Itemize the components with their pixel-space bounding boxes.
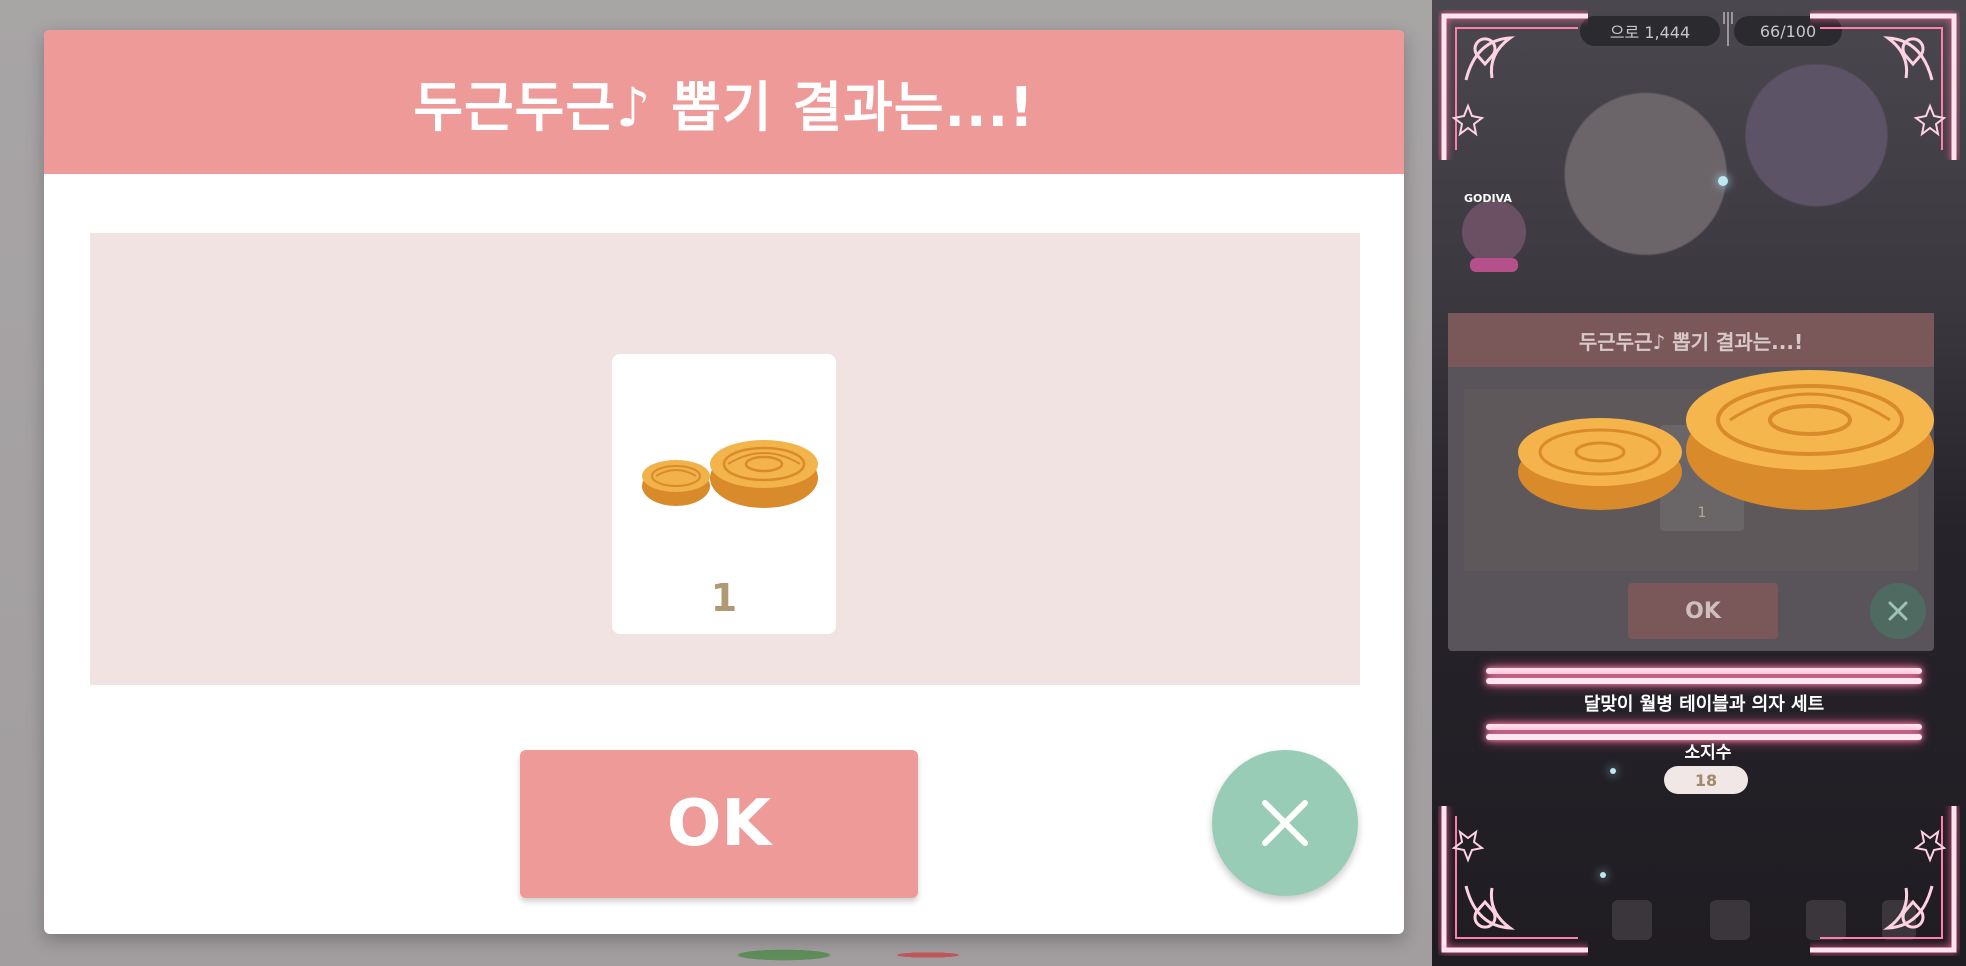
item-name-band: 달맞이 월병 테이블과 의자 세트 xyxy=(1486,668,1922,740)
mini-ok-button: OK xyxy=(1628,583,1778,639)
popup-title: 두근두근♪ 뽑기 결과는...! xyxy=(413,75,1035,139)
item-detail-panel: 으로 1,444 66/100 GODIVA 두근두근♪ 뽑기 결과는...! … xyxy=(1432,0,1966,966)
scene-decoration xyxy=(640,930,1000,966)
reward-card[interactable]: 1 xyxy=(612,354,836,634)
close-button[interactable] xyxy=(1212,750,1358,896)
mini-close-button xyxy=(1870,583,1926,639)
currency-counter: 으로 1,444 xyxy=(1580,16,1720,46)
neon-divider-top-inner xyxy=(1486,678,1922,684)
popup-header: 두근두근♪ 뽑기 결과는...! xyxy=(44,30,1404,174)
ornament-corner-icon xyxy=(1810,10,1960,160)
sparkle-decoration xyxy=(1610,768,1616,774)
mooncake-set-preview-icon xyxy=(1518,370,1934,510)
ornament-corner-icon xyxy=(1810,806,1960,956)
reward-area: 1 xyxy=(90,233,1360,685)
gacha-result-popup: 두근두근♪ 뽑기 결과는...! 1 OK xyxy=(44,30,1404,934)
mooncake-icon xyxy=(642,440,818,508)
sparkle-decoration xyxy=(1600,872,1606,878)
game-screen: 두근두근♪ 뽑기 결과는...! 1 OK 으로 1,444 66/100 GO… xyxy=(0,0,1966,966)
close-icon xyxy=(1262,800,1308,846)
sparkle-decoration xyxy=(1718,176,1728,186)
game-scene-background: 두근두근♪ 뽑기 결과는...! 1 OK xyxy=(0,0,1432,966)
ornament-corner-icon xyxy=(1438,10,1588,160)
neon-divider-bottom xyxy=(1486,724,1922,730)
reward-count: 1 xyxy=(710,576,738,620)
neon-divider-top xyxy=(1486,668,1922,674)
event-badge-label: GODIVA xyxy=(1464,192,1512,205)
calendar-icon[interactable] xyxy=(1612,900,1652,940)
fork-icon xyxy=(1723,12,1733,46)
friends-icon[interactable] xyxy=(1710,900,1750,940)
item-name: 달맞이 월병 테이블과 의자 세트 xyxy=(1583,694,1825,715)
ok-button[interactable]: OK xyxy=(520,750,918,898)
ornament-corner-icon xyxy=(1438,806,1588,956)
owned-count-label: 소지수 xyxy=(1684,743,1732,763)
owned-count-value: 18 xyxy=(1664,766,1748,794)
close-icon xyxy=(1888,601,1908,621)
